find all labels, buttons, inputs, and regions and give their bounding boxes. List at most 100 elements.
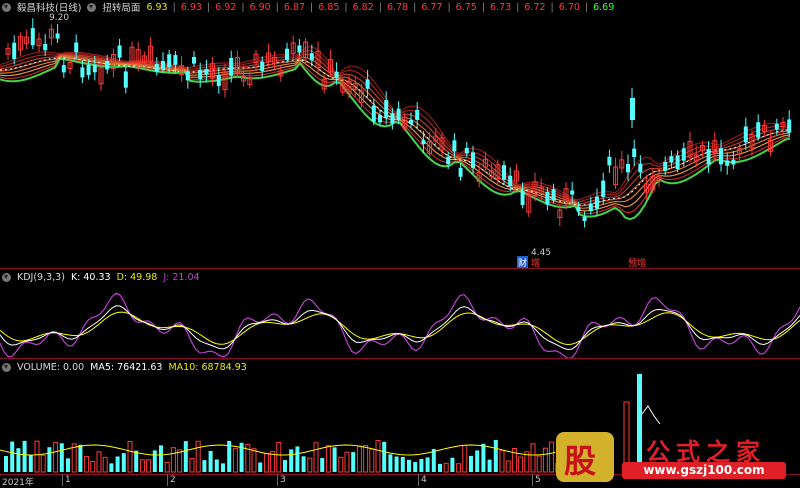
volume-bar xyxy=(413,462,418,472)
candle-body xyxy=(743,126,748,143)
candle-body xyxy=(161,61,165,70)
volume-bar xyxy=(232,448,238,473)
candle-body xyxy=(415,109,420,120)
volume-bar xyxy=(146,459,152,473)
volume-bar xyxy=(221,463,225,472)
volume-bar xyxy=(183,441,188,472)
candle-body xyxy=(626,163,630,173)
volume-bar xyxy=(394,456,399,472)
watermark-url: www.gszj100.com xyxy=(622,462,786,479)
volume-bar xyxy=(164,461,170,473)
volume-bar xyxy=(295,446,300,472)
volume-bar xyxy=(375,440,381,473)
candle-body xyxy=(446,156,451,165)
x-axis-label-month: 2 xyxy=(170,475,176,485)
volume-bar xyxy=(189,458,195,473)
volume-bar xyxy=(109,463,114,472)
candle-body xyxy=(582,216,587,222)
volume-bar xyxy=(170,447,176,473)
candle-body xyxy=(204,69,209,75)
candle-body xyxy=(638,163,643,173)
kdj-chart[interactable] xyxy=(0,268,800,358)
volume-bar xyxy=(102,456,108,473)
volume-bar xyxy=(251,448,257,473)
volume-bar xyxy=(407,459,411,472)
volume-bar xyxy=(351,452,356,472)
candle-body xyxy=(123,71,128,88)
candle-body xyxy=(285,48,289,60)
candle-body xyxy=(464,147,469,154)
ma-band-line xyxy=(0,57,791,221)
volume-bar xyxy=(47,447,52,472)
candle-body xyxy=(30,28,35,46)
candle-body xyxy=(756,122,761,138)
candle-body xyxy=(192,56,196,64)
volume-bar xyxy=(388,454,393,472)
candle-body xyxy=(105,60,110,70)
volume-bar xyxy=(127,441,133,473)
volume-bar xyxy=(134,450,139,472)
volume-bar xyxy=(78,444,83,472)
candle-body xyxy=(216,75,221,87)
kdj-d-line xyxy=(0,311,800,346)
volume-bar xyxy=(400,456,405,472)
volume-bar xyxy=(549,441,555,473)
candle-body xyxy=(334,71,339,78)
candle-body xyxy=(706,149,711,165)
volume-bar xyxy=(214,459,219,472)
candle-body xyxy=(421,140,426,145)
ma-band-line xyxy=(0,53,791,205)
candle-body xyxy=(675,155,680,169)
candle-body xyxy=(607,156,612,166)
x-axis-tick xyxy=(418,474,419,486)
volume-bar xyxy=(542,447,548,473)
candle-body xyxy=(43,43,48,51)
candle-body xyxy=(86,64,91,76)
candle-body xyxy=(185,71,190,81)
volume-bar xyxy=(313,442,319,473)
price-chart[interactable] xyxy=(0,0,800,268)
volume-bar xyxy=(40,454,46,473)
candle-body xyxy=(74,42,79,53)
candle-body xyxy=(452,140,457,152)
volume-bar xyxy=(84,455,90,473)
candle-body xyxy=(55,33,60,39)
volume-bar xyxy=(536,455,542,473)
volume-bar xyxy=(493,440,498,472)
volume-bar xyxy=(369,448,375,473)
candle-body xyxy=(787,119,792,133)
volume-bar xyxy=(28,454,33,472)
candle-body xyxy=(663,161,668,171)
candle-body xyxy=(297,45,302,53)
volume-bar xyxy=(456,463,462,473)
volume-bar xyxy=(66,458,70,472)
candle-body xyxy=(570,190,575,195)
candle-body xyxy=(632,148,637,158)
candle-body xyxy=(384,100,389,118)
volume-bar xyxy=(320,458,325,472)
x-axis-label-month: 5 xyxy=(535,475,541,485)
candle-body xyxy=(576,207,581,212)
candle-body xyxy=(545,191,550,205)
candle-body xyxy=(409,120,413,125)
volume-bar xyxy=(505,460,511,473)
candle-body xyxy=(502,165,506,180)
volume-bar xyxy=(16,448,21,472)
x-axis-tick xyxy=(532,474,533,486)
candle-body xyxy=(365,79,370,89)
volume-bar xyxy=(4,456,8,472)
volume-bar xyxy=(419,458,424,472)
volume-bar xyxy=(450,457,455,472)
volume-bar xyxy=(462,444,468,473)
volume-bar xyxy=(499,449,505,473)
volume-bar xyxy=(307,457,313,473)
volume-bar xyxy=(208,450,213,472)
volume-bar xyxy=(195,440,201,473)
candle-body xyxy=(681,148,686,161)
x-axis-label-month: 3 xyxy=(280,475,286,485)
volume-bar xyxy=(481,443,486,472)
candle-body xyxy=(198,69,203,80)
ma-band-line xyxy=(0,57,791,215)
candle-body xyxy=(173,55,178,65)
volume-bar xyxy=(121,453,126,472)
